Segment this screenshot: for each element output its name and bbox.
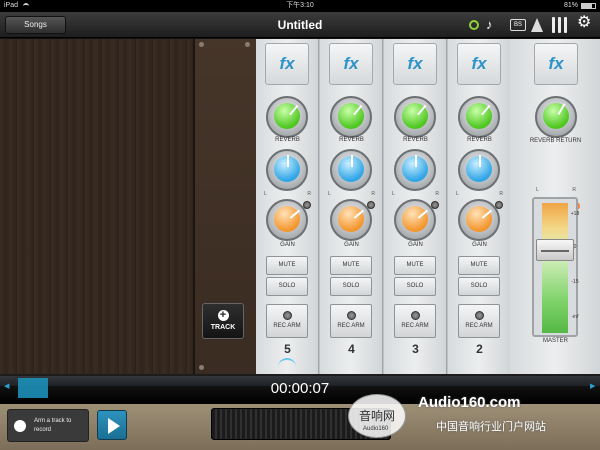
pan-knob[interactable] <box>266 149 308 191</box>
mute-button[interactable]: MUTE <box>330 256 372 275</box>
plus-icon: + <box>217 310 229 321</box>
channel-strip: fx REVERB LR GAIN MUTE SOLO REC ARM 3 <box>384 39 447 374</box>
channel-number: 4 <box>348 342 355 356</box>
gain-label: GAIN <box>280 242 295 248</box>
watermark-logo: 音响网 Audio160 <box>348 394 406 438</box>
pan-knob[interactable] <box>458 149 500 191</box>
gain-label: GAIN <box>408 242 423 248</box>
mute-button[interactable]: MUTE <box>266 256 308 275</box>
reverb-label: REVERB <box>339 137 364 143</box>
reverb-return-knob[interactable] <box>535 96 577 138</box>
channel-strip: fx REVERB LR GAIN MUTE SOLO REC ARM 4 <box>320 39 383 374</box>
record-button[interactable]: Arm a track to record <box>7 409 89 442</box>
gain-knob[interactable] <box>266 199 308 241</box>
pan-lr-label: LR <box>328 191 375 197</box>
solo-button[interactable]: SOLO <box>266 277 308 296</box>
reverb-knob[interactable] <box>458 96 500 138</box>
signal-icon <box>278 358 296 368</box>
rec-arm-button[interactable]: REC ARM <box>458 304 500 338</box>
rec-arm-button[interactable]: REC ARM <box>266 304 308 338</box>
metronome-icon[interactable] <box>531 18 543 32</box>
watermark-tagline: 中国音响行业门户网站 <box>436 420 546 433</box>
mute-button[interactable]: MUTE <box>458 256 500 275</box>
watermark-brand: Audio160.com <box>418 394 521 411</box>
gain-indicator-icon <box>367 201 375 209</box>
master-lr-label: LR <box>536 187 576 193</box>
rec-arm-icon <box>474 311 484 320</box>
pan-knob[interactable] <box>330 149 372 191</box>
scale-label: -15 <box>571 279 579 285</box>
battery-icon <box>581 3 596 9</box>
rec-arm-icon <box>282 311 292 320</box>
screw-icon <box>245 42 250 47</box>
solo-button[interactable]: SOLO <box>394 277 436 296</box>
mixer-icon[interactable] <box>551 17 569 33</box>
fader-handle[interactable] <box>536 239 574 261</box>
channel-strip: fx REVERB LR GAIN MUTE SOLO REC ARM 5 <box>256 39 319 374</box>
rec-arm-button[interactable]: REC ARM <box>394 304 436 338</box>
battery-percent: 81% <box>563 2 578 9</box>
solo-button[interactable]: SOLO <box>458 277 500 296</box>
loop-indicator-icon[interactable] <box>469 20 479 30</box>
fx-button[interactable]: fx <box>329 43 373 85</box>
record-icon <box>14 420 26 432</box>
play-button[interactable] <box>97 410 127 440</box>
screw-icon <box>199 365 204 370</box>
add-track-label: TRACK <box>210 324 236 331</box>
top-toolbar: Songs Untitled ♪ BS ⚙ <box>0 12 600 38</box>
gain-indicator-icon <box>303 201 311 209</box>
reverb-knob[interactable] <box>266 96 308 138</box>
fx-button[interactable]: fx <box>393 43 437 85</box>
pan-lr-label: LR <box>264 191 311 197</box>
fx-button[interactable]: fx <box>265 43 309 85</box>
channel-strip: fx REVERB LR GAIN MUTE SOLO REC ARM 2 <box>448 39 511 374</box>
gain-label: GAIN <box>472 242 487 248</box>
master-strip: fx REVERB RETURN LR +18 0 -15 -inf MASTE… <box>510 39 600 374</box>
reverb-label: REVERB <box>275 137 300 143</box>
mixer-panel: fx REVERB LR GAIN MUTE SOLO REC ARM 5 fx… <box>256 39 600 374</box>
channel-number: 5 <box>284 342 291 356</box>
add-track-button[interactable]: + TRACK <box>202 303 244 339</box>
reverb-knob[interactable] <box>330 96 372 138</box>
gain-indicator-icon <box>495 201 503 209</box>
master-label: MASTER <box>542 338 568 344</box>
bs-button[interactable]: BS <box>510 19 526 31</box>
rec-arm-icon <box>346 311 356 320</box>
guitar-icon[interactable]: ♪ <box>486 17 493 33</box>
master-fx-button[interactable]: fx <box>534 43 578 85</box>
gain-knob[interactable] <box>458 199 500 241</box>
rec-arm-icon <box>410 311 420 320</box>
reverb-return-label: REVERB RETURN <box>529 138 582 144</box>
status-time: 下午3:10 <box>286 2 314 9</box>
pan-knob[interactable] <box>394 149 436 191</box>
channel-number: 3 <box>412 342 419 356</box>
mute-button[interactable]: MUTE <box>394 256 436 275</box>
scale-label: -inf <box>571 314 579 320</box>
status-bar: iPad 下午3:10 81% <box>0 0 600 12</box>
rec-arm-button[interactable]: REC ARM <box>330 304 372 338</box>
pan-lr-label: LR <box>392 191 439 197</box>
record-hint: Arm a track to record <box>34 418 72 433</box>
gain-label: GAIN <box>344 242 359 248</box>
channel-number: 2 <box>476 342 483 356</box>
pan-lr-label: LR <box>456 191 503 197</box>
master-fader[interactable]: +18 0 -15 -inf <box>532 197 580 337</box>
gain-indicator-icon <box>431 201 439 209</box>
gain-knob[interactable] <box>330 199 372 241</box>
reverb-label: REVERB <box>403 137 428 143</box>
gear-icon[interactable]: ⚙ <box>577 15 591 31</box>
watermark: 音响网 Audio160 Audio160.com 中国音响行业门户网站 <box>348 386 600 450</box>
reverb-label: REVERB <box>467 137 492 143</box>
scale-label: +18 <box>570 211 580 217</box>
screw-icon <box>199 42 204 47</box>
master-level-meter <box>542 203 568 333</box>
gain-knob[interactable] <box>394 199 436 241</box>
reverb-knob[interactable] <box>394 96 436 138</box>
fx-button[interactable]: fx <box>457 43 501 85</box>
play-icon <box>108 418 120 434</box>
solo-button[interactable]: SOLO <box>330 277 372 296</box>
